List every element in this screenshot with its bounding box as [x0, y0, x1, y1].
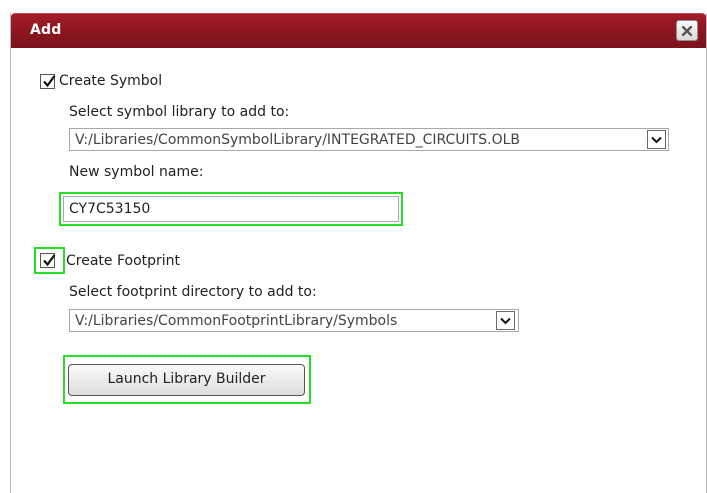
symbol-library-label: Select symbol library to add to:: [69, 104, 290, 120]
symbol-library-dropdown-button[interactable]: [647, 130, 666, 149]
dialog-title: Add: [30, 22, 62, 38]
close-button[interactable]: [676, 20, 698, 41]
close-icon: [682, 25, 692, 36]
create-footprint-label: Create Footprint: [66, 253, 181, 269]
create-symbol-label: Create Symbol: [59, 73, 163, 89]
chevron-down-icon: [500, 317, 511, 324]
create-symbol-checkbox[interactable]: [40, 74, 56, 89]
launch-library-builder-button[interactable]: Launch Library Builder: [68, 364, 305, 396]
symbol-name-input[interactable]: CY7C53150: [63, 196, 399, 222]
footprint-directory-label: Select footprint directory to add to:: [69, 284, 317, 300]
chevron-down-icon: [651, 136, 662, 143]
symbol-name-label: New symbol name:: [69, 164, 204, 180]
dialog-titlebar: Add: [11, 13, 706, 48]
symbol-name-value: CY7C53150: [69, 201, 151, 217]
checkmark-icon: [43, 75, 56, 88]
footprint-directory-select[interactable]: V:/Libraries/CommonFootprintLibrary/Symb…: [69, 309, 519, 332]
create-footprint-checkbox[interactable]: [40, 253, 56, 268]
symbol-library-select[interactable]: V:/Libraries/CommonSymbolLibrary/INTEGRA…: [69, 128, 669, 151]
footprint-directory-dropdown-button[interactable]: [496, 311, 515, 330]
symbol-library-value: V:/Libraries/CommonSymbolLibrary/INTEGRA…: [75, 132, 520, 148]
footprint-directory-value: V:/Libraries/CommonFootprintLibrary/Symb…: [75, 313, 398, 329]
checkmark-icon: [43, 254, 56, 267]
